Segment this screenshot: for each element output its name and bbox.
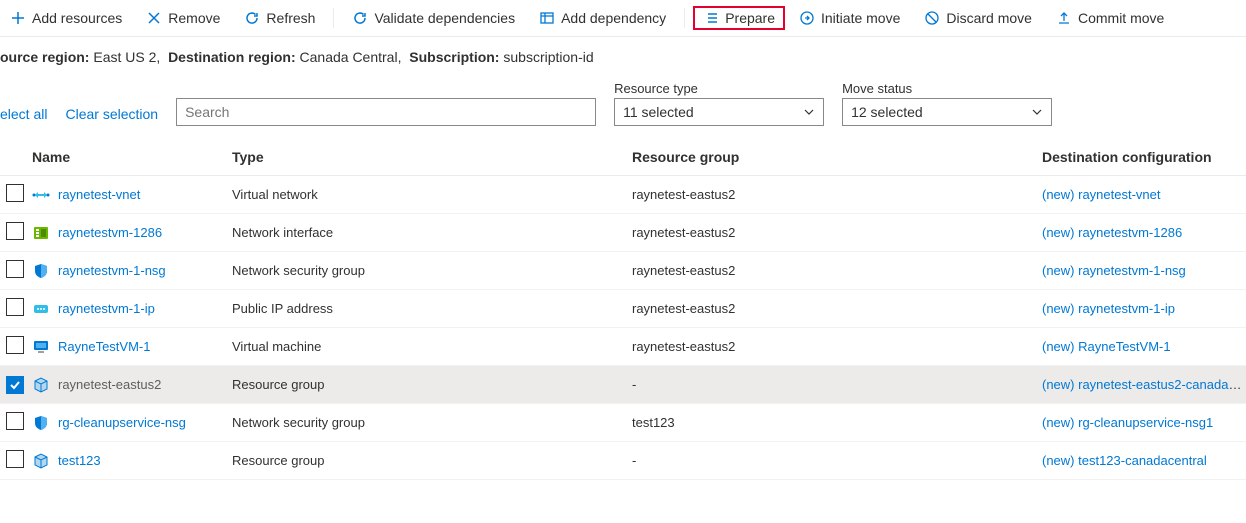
command-bar: Add resources Remove Refresh Validate de… [0, 0, 1246, 37]
type-cell: Virtual machine [228, 333, 628, 360]
table-row[interactable]: raynetestvm-1-ipPublic IP addressraynete… [0, 290, 1246, 328]
resources-table: Name Type Resource group Destination con… [0, 138, 1246, 480]
rg-icon [32, 376, 50, 394]
rg-cell: - [628, 371, 1038, 398]
chevron-down-icon [803, 106, 815, 118]
clear-selection-link[interactable]: Clear selection [65, 106, 158, 126]
resource-type-dropdown[interactable]: 11 selected [614, 98, 824, 126]
destination-link[interactable]: raynetest-eastus2-canadacentral [1078, 377, 1246, 392]
row-checkbox[interactable] [6, 298, 24, 316]
vm-icon [32, 338, 50, 356]
remove-button[interactable]: Remove [136, 6, 230, 30]
add-dependency-icon [539, 10, 555, 26]
pip-icon [32, 300, 50, 318]
separator [333, 8, 334, 28]
chevron-down-icon [1031, 106, 1043, 118]
resource-link[interactable]: raynetestvm-1-nsg [58, 263, 166, 278]
table-row[interactable]: raynetest-vnet Virtual networkraynetest-e… [0, 176, 1246, 214]
table-row[interactable]: test123Resource group-(new) test123-cana… [0, 442, 1246, 480]
list-icon [703, 10, 719, 26]
refresh-icon [244, 10, 260, 26]
row-checkbox[interactable] [6, 184, 24, 202]
rg-cell: raynetest-eastus2 [628, 257, 1038, 284]
rg-cell: raynetest-eastus2 [628, 295, 1038, 322]
col-type[interactable]: Type [228, 143, 628, 171]
resource-link[interactable]: rg-cleanupservice-nsg [58, 415, 186, 430]
prepare-button[interactable]: Prepare [693, 6, 785, 30]
resource-link[interactable]: test123 [58, 453, 101, 468]
table-header: Name Type Resource group Destination con… [0, 138, 1246, 176]
nsg-icon [32, 414, 50, 432]
refresh-icon [352, 10, 368, 26]
resource-link[interactable]: raynetest-eastus2 [58, 377, 161, 392]
validate-dependencies-button[interactable]: Validate dependencies [342, 6, 525, 30]
rg-cell: test123 [628, 409, 1038, 436]
x-icon [146, 10, 162, 26]
commit-move-button[interactable]: Commit move [1046, 6, 1174, 30]
type-cell: Resource group [228, 447, 628, 474]
rg-cell: raynetest-eastus2 [628, 333, 1038, 360]
table-row[interactable]: raynetestvm-1-nsgNetwork security groupr… [0, 252, 1246, 290]
table-row[interactable]: rg-cleanupservice-nsg Network security gr… [0, 404, 1246, 442]
initiate-move-button[interactable]: Initiate move [789, 6, 910, 30]
row-checkbox[interactable] [6, 376, 24, 394]
type-cell: Network security group [228, 257, 628, 284]
row-checkbox[interactable] [6, 260, 24, 278]
rg-icon [32, 452, 50, 470]
add-dependency-button[interactable]: Add dependency [529, 6, 676, 30]
resource-link[interactable]: raynetest-vnet [58, 187, 140, 202]
destination-link[interactable]: RayneTestVM-1 [1078, 339, 1170, 354]
rg-cell: - [628, 447, 1038, 474]
resource-link[interactable]: raynetestvm-1286 [58, 225, 162, 240]
refresh-button[interactable]: Refresh [234, 6, 325, 30]
col-dest[interactable]: Destination configuration [1038, 143, 1246, 171]
select-all-link[interactable]: elect all [0, 106, 47, 126]
type-cell: Network security group [228, 409, 628, 436]
separator [684, 8, 685, 28]
vnet-icon [32, 186, 50, 204]
col-rg[interactable]: Resource group [628, 143, 1038, 171]
table-row[interactable]: RayneTestVM-1 Virtual machineraynetest-ea… [0, 328, 1246, 366]
destination-link[interactable]: raynetestvm-1286 [1078, 225, 1182, 240]
destination-link[interactable]: rg-cleanupservice-nsg1 [1078, 415, 1213, 430]
resource-link[interactable]: RayneTestVM-1 [58, 339, 150, 354]
table-row[interactable]: raynetest-eastus2Resource group-(new) ra… [0, 366, 1246, 404]
resource-type-label: Resource type [614, 81, 824, 96]
destination-link[interactable]: raynetest-vnet [1078, 187, 1160, 202]
search-input[interactable] [176, 98, 596, 126]
type-cell: Virtual network [228, 181, 628, 208]
discard-move-button[interactable]: Discard move [914, 6, 1042, 30]
row-checkbox[interactable] [6, 412, 24, 430]
type-cell: Network interface [228, 219, 628, 246]
plus-icon [10, 10, 26, 26]
resource-link[interactable]: raynetestvm-1-ip [58, 301, 155, 316]
row-checkbox[interactable] [6, 222, 24, 240]
region-info: ource region: East US 2, Destination reg… [0, 37, 1246, 73]
type-cell: Resource group [228, 371, 628, 398]
col-name[interactable]: Name [28, 143, 228, 171]
filter-bar: elect all Clear selection Resource type … [0, 73, 1246, 138]
destination-link[interactable]: test123-canadacentral [1078, 453, 1207, 468]
add-resources-button[interactable]: Add resources [0, 6, 132, 30]
rg-cell: raynetest-eastus2 [628, 181, 1038, 208]
type-cell: Public IP address [228, 295, 628, 322]
nic-icon [32, 224, 50, 242]
move-status-label: Move status [842, 81, 1052, 96]
row-checkbox[interactable] [6, 450, 24, 468]
nsg-icon [32, 262, 50, 280]
table-row[interactable]: raynetestvm-1286Network interfaceraynete… [0, 214, 1246, 252]
rg-cell: raynetest-eastus2 [628, 219, 1038, 246]
destination-link[interactable]: raynetestvm-1-ip [1078, 301, 1175, 316]
move-status-dropdown[interactable]: 12 selected [842, 98, 1052, 126]
destination-link[interactable]: raynetestvm-1-nsg [1078, 263, 1186, 278]
row-checkbox[interactable] [6, 336, 24, 354]
arrow-right-circle-icon [799, 10, 815, 26]
prohibit-icon [924, 10, 940, 26]
upload-icon [1056, 10, 1072, 26]
